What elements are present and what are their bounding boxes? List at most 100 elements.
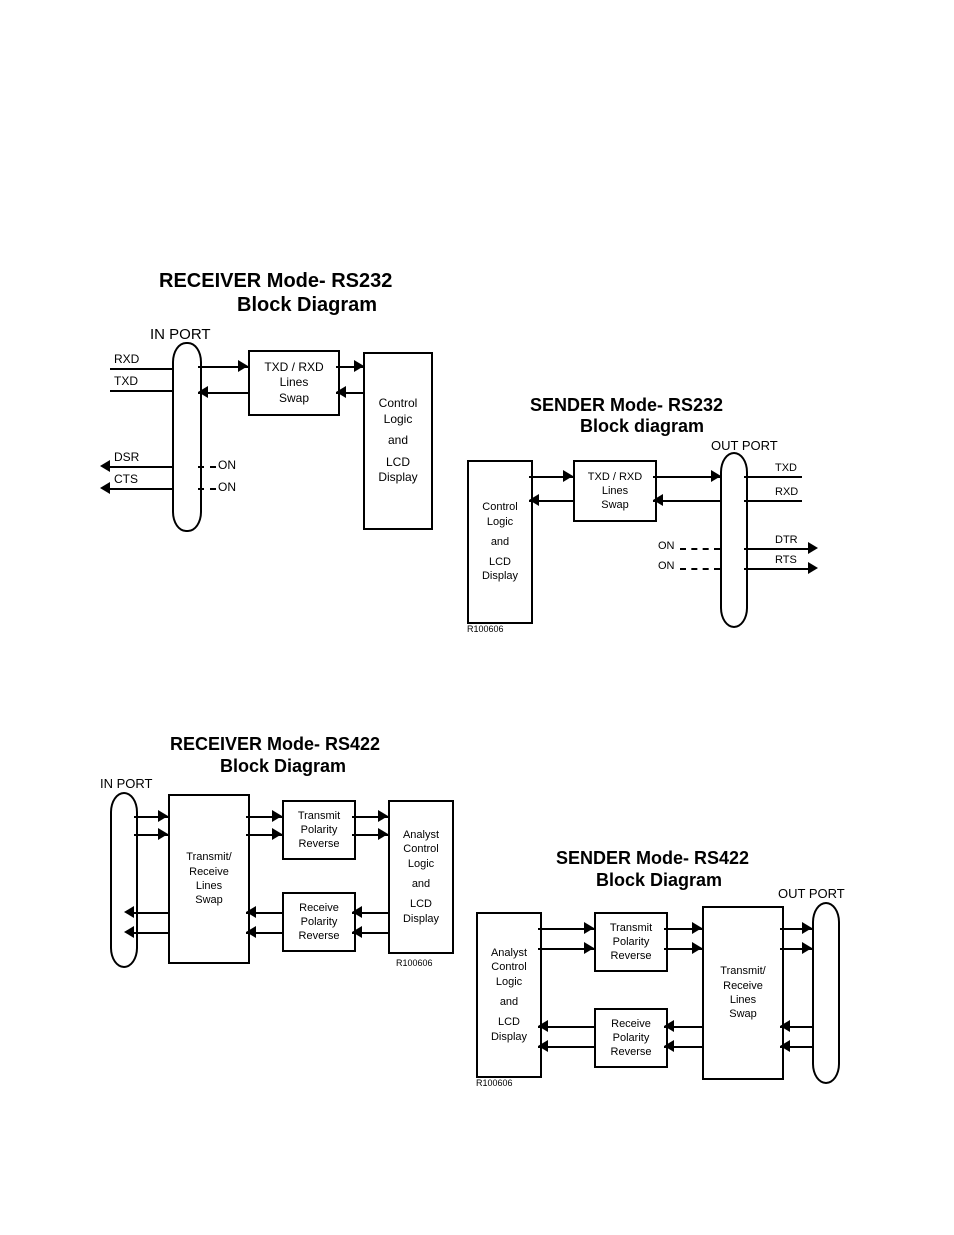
arrow-left-icon — [246, 926, 256, 938]
rx422-rx-box: Receive Polarity Reverse — [282, 892, 356, 952]
line — [134, 912, 168, 914]
rx232-title-1: RECEIVER Mode- RS232 — [159, 270, 392, 293]
rx422-ctrl-l3: Logic — [408, 857, 434, 871]
line — [744, 548, 808, 550]
tx232-title-1: SENDER Mode- RS232 — [530, 395, 723, 416]
rx232-cts-line — [110, 488, 173, 490]
tx232-swap-box: TXD / RXD Lines Swap — [573, 460, 657, 522]
line — [198, 466, 216, 468]
arrow-right-icon — [354, 360, 364, 372]
tx232-rev: R100606 — [467, 624, 504, 634]
tx422-rx-box: Receive Polarity Reverse — [594, 1008, 668, 1068]
tx422-ctrl-l5: LCD — [498, 1015, 520, 1029]
rx232-ctrl-l5: Display — [378, 470, 417, 486]
arrow-left-icon — [246, 906, 256, 918]
line — [653, 500, 721, 502]
rx232-swap-l1: TXD / RXD — [264, 360, 323, 376]
arrow-right-icon — [692, 922, 702, 934]
arrow-right-icon — [802, 942, 812, 954]
rx232-ctrl-l3: and — [388, 433, 408, 449]
tx422-ctrl-l4: and — [500, 995, 518, 1009]
arrow-left-icon — [529, 494, 539, 506]
tx232-on1: ON — [658, 540, 675, 552]
rx232-on1: ON — [218, 458, 236, 472]
tx232-ctrl-l2: Logic — [487, 515, 513, 529]
tx422-title-1: SENDER Mode- RS422 — [556, 848, 749, 869]
tx232-swap-l3: Swap — [601, 498, 629, 512]
rx232-dsr-line — [110, 466, 173, 468]
tx422-tx-box: Transmit Polarity Reverse — [594, 912, 668, 972]
tx422-port-label: OUT PORT — [778, 886, 845, 901]
tx422-ctrl-l6: Display — [491, 1030, 527, 1044]
tx232-title-2: Block diagram — [580, 416, 704, 437]
arrow-right-icon — [158, 810, 168, 822]
rx422-swap-l4: Swap — [195, 893, 223, 907]
arrow-right-icon — [584, 922, 594, 934]
tx422-tx-l2: Polarity — [613, 935, 650, 949]
tx232-on2: ON — [658, 560, 675, 572]
arrow-right-icon — [584, 942, 594, 954]
rx232-title-2: Block Diagram — [237, 294, 377, 317]
arrow-right-icon — [802, 922, 812, 934]
tx422-ctrl-l3: Logic — [496, 975, 522, 989]
tx232-swap-l2: Lines — [602, 484, 628, 498]
tx232-port-label: OUT PORT — [711, 438, 778, 453]
tx232-rxd: RXD — [775, 486, 798, 498]
tx422-rx-l3: Reverse — [611, 1045, 652, 1059]
arrow-left-icon — [124, 906, 134, 918]
arrow-left-icon — [352, 926, 362, 938]
rx422-ctrl-l6: Display — [403, 912, 439, 926]
arrow-left-icon — [780, 1040, 790, 1052]
arrow-left-icon — [336, 386, 346, 398]
rx232-swap-l2: Lines — [280, 375, 309, 391]
arrow-left-icon — [653, 494, 663, 506]
line — [680, 548, 720, 550]
arrow-right-icon — [808, 562, 818, 574]
arrow-left-icon — [100, 460, 110, 472]
rx232-ctrl-box: Control Logic and LCD Display — [363, 352, 433, 530]
rx422-title-2: Block Diagram — [220, 756, 346, 777]
line — [744, 568, 808, 570]
tx232-ctrl-l3: and — [491, 535, 509, 549]
arrow-left-icon — [538, 1040, 548, 1052]
rx422-ctrl-l1: Analyst — [403, 828, 439, 842]
rx232-txd-label: TXD — [114, 374, 138, 388]
rx232-dsr-label: DSR — [114, 450, 139, 464]
arrow-left-icon — [124, 926, 134, 938]
arrow-left-icon — [780, 1020, 790, 1032]
arrow-right-icon — [238, 360, 248, 372]
arrow-right-icon — [378, 828, 388, 840]
rx422-rx-l3: Reverse — [299, 929, 340, 943]
tx422-tx-l3: Reverse — [611, 949, 652, 963]
line — [680, 568, 720, 570]
rx422-port — [110, 792, 138, 968]
tx232-ctrl-l5: Display — [482, 569, 518, 583]
arrow-right-icon — [158, 828, 168, 840]
line — [744, 476, 802, 478]
tx422-swap-box: Transmit/ Receive Lines Swap — [702, 906, 784, 1080]
tx422-ctrl-box: Analyst Control Logic and LCD Display — [476, 912, 542, 1078]
rx422-swap-box: Transmit/ Receive Lines Swap — [168, 794, 250, 964]
rx232-port — [172, 342, 202, 532]
arrow-right-icon — [563, 470, 573, 482]
arrow-left-icon — [100, 482, 110, 494]
rx232-ctrl-l1: Control — [379, 396, 418, 412]
rx422-ctrl-l4: and — [412, 877, 430, 891]
rx422-rx-l2: Polarity — [301, 915, 338, 929]
rx422-title-1: RECEIVER Mode- RS422 — [170, 734, 380, 755]
rx422-swap-l1: Transmit/ — [186, 850, 231, 864]
rx422-tx-l1: Transmit — [298, 809, 340, 823]
arrow-left-icon — [352, 906, 362, 918]
tx232-txd: TXD — [775, 462, 797, 474]
arrow-right-icon — [808, 542, 818, 554]
rx232-port-label: IN PORT — [150, 326, 211, 343]
tx232-ctrl-l4: LCD — [489, 555, 511, 569]
rx232-ctrl-l2: Logic — [384, 412, 413, 428]
tx422-swap-l2: Receive — [723, 979, 763, 993]
arrow-right-icon — [272, 828, 282, 840]
tx422-rx-l1: Receive — [611, 1017, 651, 1031]
rx232-cts-label: CTS — [114, 472, 138, 486]
line — [744, 500, 802, 502]
rx232-rxd-line — [110, 368, 173, 370]
rx422-tx-l2: Polarity — [301, 823, 338, 837]
